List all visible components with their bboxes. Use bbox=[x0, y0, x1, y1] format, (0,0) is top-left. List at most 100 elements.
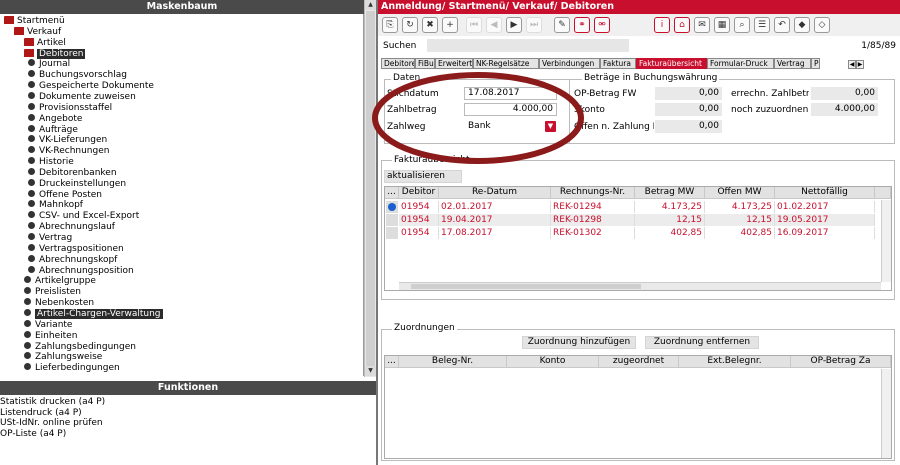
tree-scrollbar[interactable]: ▲ ▼ bbox=[364, 0, 376, 377]
tree-item[interactable]: Abrechnungskopf bbox=[28, 254, 117, 266]
table-cell[interactable]: 12,15 bbox=[635, 214, 705, 226]
tab-faktura[interactable]: Faktura bbox=[600, 58, 636, 69]
tree-item[interactable]: CSV- und Excel-Export bbox=[28, 211, 139, 222]
tree-item[interactable]: Historie bbox=[28, 157, 74, 168]
grid-hscroll[interactable] bbox=[399, 282, 881, 290]
row-indicator[interactable] bbox=[386, 214, 398, 226]
grid-icon[interactable]: ▦ bbox=[714, 17, 730, 33]
function-item[interactable]: Statistik drucken (a4 P) bbox=[0, 397, 105, 408]
grid-corner[interactable]: ... bbox=[385, 356, 399, 368]
tree-item[interactable]: Gespeicherte Dokumente bbox=[28, 81, 154, 92]
column-header[interactable]: Beleg-Nr. bbox=[399, 356, 507, 368]
column-header[interactable]: zugeordnet bbox=[599, 356, 679, 368]
grid-vscroll[interactable] bbox=[881, 369, 891, 458]
column-header[interactable]: Nettofällig bbox=[775, 187, 875, 199]
tab-vertrag[interactable]: Vertrag bbox=[774, 58, 811, 69]
tree-item[interactable]: Variante bbox=[24, 319, 72, 331]
tab-faktura-bersicht[interactable]: Fakturaübersicht bbox=[636, 58, 707, 69]
column-header[interactable]: Ext.Belegnr. bbox=[679, 356, 791, 368]
tree-item[interactable]: VK-Rechnungen bbox=[28, 146, 109, 157]
table-cell[interactable]: 01.02.2017 bbox=[775, 201, 875, 213]
grid-vscroll[interactable] bbox=[881, 200, 891, 282]
home-icon[interactable]: ⌂ bbox=[674, 17, 690, 33]
table-cell[interactable]: 12,15 bbox=[705, 214, 775, 226]
tree-item[interactable]: Buchungsvorschlag bbox=[28, 70, 127, 81]
column-header[interactable]: Re-Datum bbox=[439, 187, 551, 199]
table-cell[interactable]: 01954 bbox=[399, 201, 439, 213]
tree-item[interactable]: Offene Posten bbox=[28, 189, 102, 201]
column-header[interactable]: Debitor bbox=[399, 187, 439, 199]
table-cell[interactable]: 02.01.2017 bbox=[439, 201, 551, 213]
search-input[interactable] bbox=[427, 39, 629, 52]
edit-icon[interactable]: ✎ bbox=[554, 17, 570, 33]
column-header[interactable]: Konto bbox=[507, 356, 599, 368]
column-header[interactable]: Rechnungs-Nr. bbox=[551, 187, 635, 199]
eraser-icon[interactable]: ◇ bbox=[814, 17, 830, 33]
row-indicator[interactable] bbox=[386, 201, 398, 213]
function-item[interactable]: Listendruck (a4 P) bbox=[0, 408, 82, 419]
table-cell[interactable]: 19.05.2017 bbox=[775, 214, 875, 226]
table-cell[interactable]: 402,85 bbox=[635, 227, 705, 239]
tree-item[interactable]: Artikel-Chargen-Verwaltung bbox=[24, 308, 163, 320]
tree-item[interactable]: Einheiten bbox=[24, 330, 77, 342]
table-cell[interactable]: 19.04.2017 bbox=[439, 214, 551, 226]
tree-item[interactable]: Journal bbox=[28, 59, 70, 70]
add-icon[interactable]: + bbox=[442, 17, 458, 33]
tree-item[interactable]: Provisionsstaffel bbox=[28, 102, 112, 114]
tag-icon[interactable]: ◆ bbox=[794, 17, 810, 33]
tree-item[interactable]: Zahlungsweise bbox=[24, 352, 102, 363]
tree-item[interactable]: Startmenü bbox=[4, 16, 65, 27]
tree-item[interactable]: Lieferbedingungen bbox=[24, 363, 120, 374]
table-cell[interactable]: 01954 bbox=[399, 214, 439, 226]
tab-next-icon[interactable]: ▶ bbox=[856, 60, 864, 69]
tree-item[interactable]: Vertragspositionen bbox=[28, 243, 124, 255]
scroll-up-icon[interactable]: ▲ bbox=[365, 0, 376, 10]
tree-item[interactable]: Preislisten bbox=[24, 287, 81, 298]
tree-item[interactable]: Abrechnungslauf bbox=[28, 222, 115, 233]
tree-item[interactable]: Artikel bbox=[24, 37, 66, 49]
table-cell[interactable]: REK-01298 bbox=[551, 214, 635, 226]
column-header[interactable]: Offen MW bbox=[705, 187, 775, 199]
tree-item[interactable]: Abrechnungsposition bbox=[28, 265, 134, 277]
grid-corner[interactable]: ... bbox=[385, 187, 399, 199]
tree-item[interactable]: Debitorenbanken bbox=[28, 167, 117, 179]
table-cell[interactable]: 16.09.2017 bbox=[775, 227, 875, 239]
tree-item[interactable]: Artikelgruppe bbox=[24, 276, 96, 287]
list-icon[interactable]: ☰ bbox=[754, 17, 770, 33]
row-indicator[interactable] bbox=[386, 227, 398, 239]
table-cell[interactable]: 4.173,25 bbox=[705, 201, 775, 213]
tree-item[interactable]: Angebote bbox=[28, 113, 82, 125]
refresh-icon[interactable]: ↻ bbox=[402, 17, 418, 33]
last-icon[interactable]: ⏭ bbox=[526, 17, 542, 33]
function-item[interactable]: OP-Liste (a4 P) bbox=[0, 429, 66, 440]
info-icon[interactable]: i bbox=[654, 17, 670, 33]
tree-item[interactable]: Vertrag bbox=[28, 233, 72, 244]
unlink-icon[interactable]: ⚮ bbox=[594, 17, 610, 33]
scroll-thumb[interactable] bbox=[366, 11, 375, 366]
copy-icon[interactable]: ⎘ bbox=[382, 17, 398, 33]
tree-item[interactable]: Aufträge bbox=[28, 124, 78, 136]
table-cell[interactable]: REK-01294 bbox=[551, 201, 635, 213]
table-cell[interactable]: 402,85 bbox=[705, 227, 775, 239]
zuordnung-hinzufuegen-button[interactable]: Zuordnung hinzufügen bbox=[522, 336, 636, 349]
first-icon[interactable]: ⏮ bbox=[466, 17, 482, 33]
table-cell[interactable]: 01954 bbox=[399, 227, 439, 239]
tab-p[interactable]: P bbox=[811, 58, 820, 69]
table-cell[interactable]: 4.173,25 bbox=[635, 201, 705, 213]
scroll-down-icon[interactable]: ▼ bbox=[365, 366, 376, 376]
tree-item[interactable]: Mahnkopf bbox=[28, 200, 83, 211]
back-icon[interactable]: ↶ bbox=[774, 17, 790, 33]
link-icon[interactable]: ⚭ bbox=[574, 17, 590, 33]
tree-item[interactable]: Debitoren bbox=[24, 48, 86, 60]
tab-prev-icon[interactable]: ◀ bbox=[848, 60, 856, 69]
tree-item[interactable]: Dokumente zuweisen bbox=[28, 91, 136, 103]
tree-item[interactable]: Druckeinstellungen bbox=[28, 178, 126, 190]
tree-item[interactable]: Nebenkosten bbox=[24, 298, 94, 309]
table-cell[interactable]: REK-01302 bbox=[551, 227, 635, 239]
function-item[interactable]: USt-IdNr. online prüfen bbox=[0, 418, 103, 429]
tree-item[interactable]: VK-Lieferungen bbox=[28, 135, 107, 146]
tree-item[interactable]: Verkauf bbox=[14, 26, 61, 38]
prev-icon[interactable]: ◀ bbox=[486, 17, 502, 33]
table-cell[interactable]: 17.08.2017 bbox=[439, 227, 551, 239]
delete-icon[interactable]: ✖ bbox=[422, 17, 438, 33]
